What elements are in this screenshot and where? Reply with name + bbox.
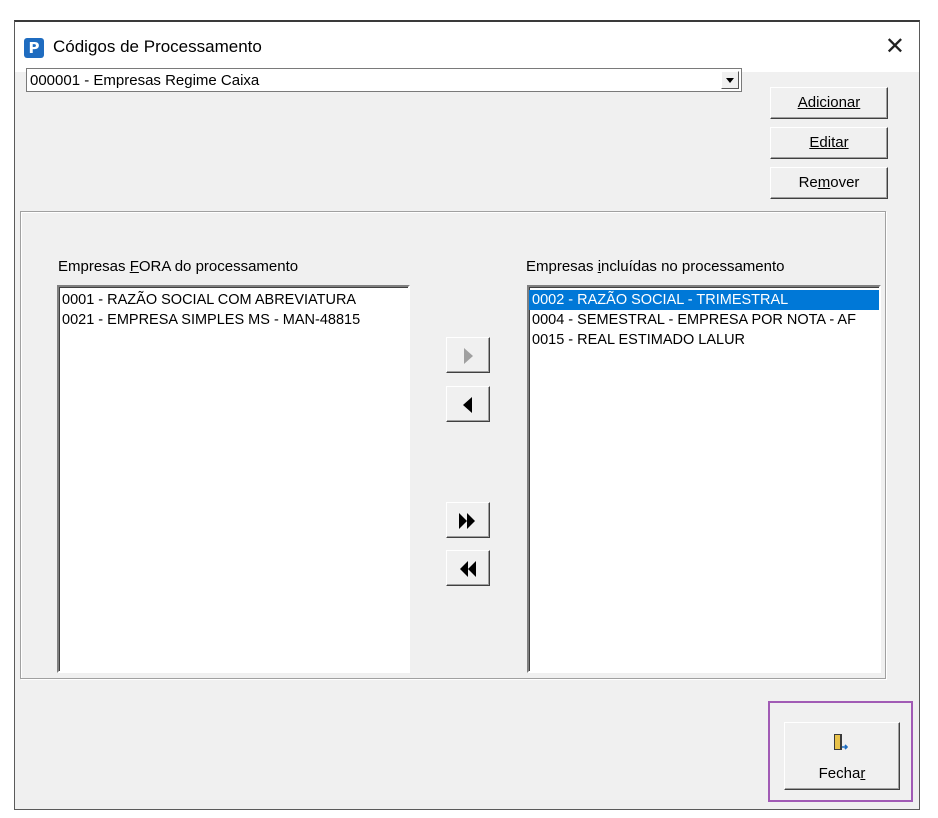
remover-label: Remover: [798, 174, 860, 191]
outside-companies-list[interactable]: 0001 - RAZÃO SOCIAL COM ABREVIATURA 0021…: [57, 285, 410, 673]
dropdown-button[interactable]: [721, 71, 739, 89]
fechar-label: Fechar: [818, 765, 866, 782]
close-icon[interactable]: ✕: [885, 32, 905, 60]
arrow-right-icon: [464, 348, 473, 364]
list-item[interactable]: 0021 - EMPRESA SIMPLES MS - MAN-48815: [59, 310, 408, 330]
adicionar-button[interactable]: Adicionar: [770, 87, 888, 119]
list-item-selected[interactable]: 0002 - RAZÃO SOCIAL - TRIMESTRAL: [529, 290, 879, 310]
chevron-down-icon: [726, 78, 734, 83]
window-title: Códigos de Processamento: [53, 37, 262, 56]
fechar-button[interactable]: Fechar: [784, 722, 900, 790]
move-left-button[interactable]: [446, 386, 490, 422]
move-right-button[interactable]: [446, 337, 490, 373]
processing-code-select[interactable]: 000001 - Empresas Regime Caixa: [26, 68, 742, 92]
list-item[interactable]: 0004 - SEMESTRAL - EMPRESA POR NOTA - AF: [529, 310, 879, 330]
title-bar[interactable]: P Códigos de Processamento ✕: [15, 22, 919, 72]
move-all-left-button[interactable]: [446, 550, 490, 586]
adicionar-label: Adicionar: [797, 94, 861, 111]
remover-button[interactable]: Remover: [770, 167, 888, 199]
included-companies-label: Empresas incluídas no processamento: [526, 258, 785, 275]
p-logo-icon: P: [24, 38, 44, 58]
outside-companies-label: Empresas FORA do processamento: [58, 258, 299, 275]
included-companies-list[interactable]: 0002 - RAZÃO SOCIAL - TRIMESTRAL 0004 - …: [527, 285, 881, 673]
list-item[interactable]: 0015 - REAL ESTIMADO LALUR: [529, 330, 879, 350]
list-item[interactable]: 0001 - RAZÃO SOCIAL COM ABREVIATURA: [59, 290, 408, 310]
processing-code-value: 000001 - Empresas Regime Caixa: [30, 72, 260, 89]
move-all-right-button[interactable]: [446, 502, 490, 538]
editar-label: Editar: [809, 134, 849, 151]
editar-button[interactable]: Editar: [770, 127, 888, 159]
door-exit-icon: [834, 734, 848, 750]
arrow-left-icon: [463, 397, 472, 413]
